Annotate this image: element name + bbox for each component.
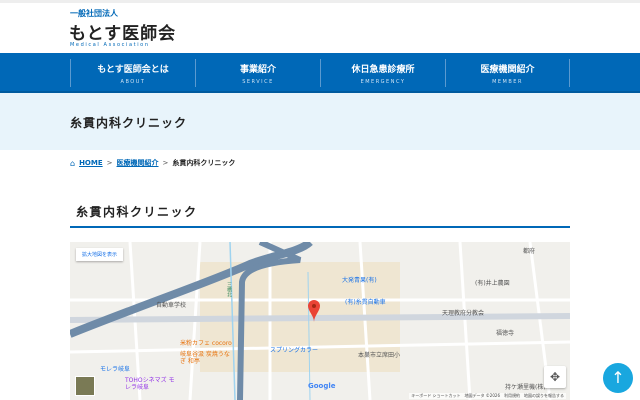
map-label[interactable]: スプリングカラー — [270, 345, 318, 354]
map-road — [458, 242, 472, 400]
breadcrumb-home[interactable]: HOME — [79, 159, 103, 167]
nav-member[interactable]: 医療機関紹介 MEMBER — [445, 59, 570, 87]
enlarge-map-link[interactable]: 拡大地図を表示 — [76, 248, 124, 261]
site-header: 一般社団法人 もとす医師会 Medical Association — [0, 0, 640, 53]
nav-label: 休日急患診療所 — [351, 65, 415, 75]
logo-english: Medical Association — [70, 42, 150, 48]
map-label: 三橋北 — [226, 282, 232, 297]
home-icon: ⌂ — [70, 158, 76, 168]
nav-sublabel: MEMBER — [492, 79, 523, 85]
breadcrumb-current: 糸貫内科クリニック — [172, 159, 236, 167]
map-label[interactable]: (有)井上農園 — [475, 278, 510, 287]
map-label[interactable]: モレラ岐阜 — [100, 364, 130, 373]
scroll-to-top-button[interactable]: ↑ — [603, 363, 633, 393]
logo-subtitle: 一般社団法人 — [70, 9, 118, 18]
nav-label: 医療機関紹介 — [480, 65, 535, 75]
global-nav: もとす医師会とは ABOUT 事業紹介 SERVICE 休日急患診療所 EMERGEN… — [0, 53, 640, 93]
breadcrumb: ⌂ HOME > 医療機関紹介 > 糸貫内科クリニック — [70, 158, 235, 168]
nav-emergency[interactable]: 休日急患診療所 EMERGENCY — [320, 59, 445, 87]
nav-sublabel: ABOUT — [120, 79, 146, 85]
map-label[interactable]: TOHOシネマズ モレラ岐阜 — [125, 377, 175, 391]
nav-service[interactable]: 事業紹介 SERVICE — [195, 59, 320, 87]
map-label[interactable]: 岐阜谷汲 炭焼うなぎ 和亭 — [180, 351, 234, 365]
section-title: 糸貫内科クリニック — [76, 205, 198, 219]
google-map[interactable]: 大発青果(有) (有)井上農園 (有)糸貫自動車 天理教府分教会 自動車学校 福… — [70, 242, 570, 400]
map-attribution[interactable]: キーボード ショートカット 地図データ ©2026 利用規約 地図の誤りを報告す… — [409, 393, 566, 399]
map-label[interactable]: 大発青果(有) — [342, 275, 377, 284]
breadcrumb-separator: > — [162, 159, 169, 167]
section-divider — [70, 226, 570, 228]
map-label[interactable]: 自動車学校 — [156, 300, 186, 309]
page-title: 糸貫内科クリニック — [70, 116, 188, 130]
breadcrumb-separator: > — [106, 159, 113, 167]
satellite-toggle[interactable] — [75, 376, 95, 396]
breadcrumb-member[interactable]: 医療機関紹介 — [117, 158, 159, 168]
nav-label: 事業紹介 — [239, 65, 276, 75]
nav-about[interactable]: もとす医師会とは ABOUT — [70, 59, 195, 87]
street-view-icon[interactable]: ✥ — [544, 366, 566, 388]
map-label[interactable]: 本巣市立席田小 — [358, 350, 400, 359]
map-label[interactable]: 福徳寺 — [496, 328, 514, 337]
map-label: 都府 — [523, 248, 536, 255]
map-label[interactable]: 米粉カフェ cocoro — [180, 338, 232, 347]
map-label[interactable]: 持ケ瀬里機(株) — [505, 382, 546, 391]
nav-label: もとす医師会とは — [97, 65, 169, 75]
map-label[interactable]: (有)糸貫自動車 — [345, 297, 386, 306]
logo[interactable]: もとす医師会 — [69, 19, 176, 44]
nav-sublabel: SERVICE — [242, 79, 274, 85]
map-label[interactable]: 天理教府分教会 — [442, 308, 484, 317]
page-title-band: 糸貫内科クリニック — [0, 93, 640, 150]
map-main-road — [70, 313, 570, 323]
nav-sublabel: EMERGENCY — [360, 79, 406, 85]
google-logo: Google — [308, 382, 336, 390]
